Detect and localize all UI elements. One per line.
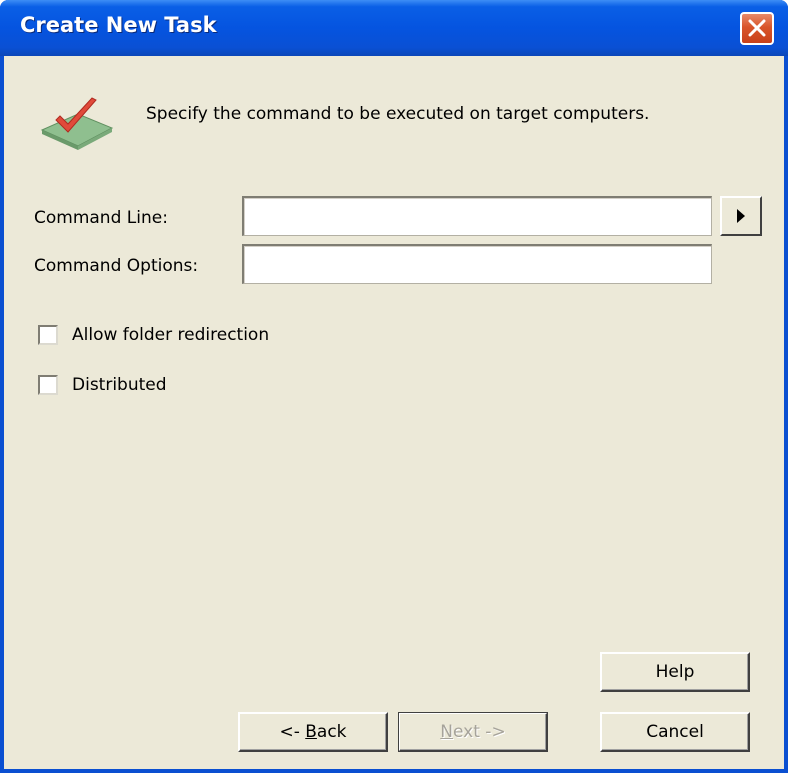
next-button[interactable]: Next -> xyxy=(398,712,548,752)
command-line-input[interactable] xyxy=(242,196,712,236)
distributed-checkbox[interactable] xyxy=(38,375,58,395)
title-bar[interactable]: Create New Task xyxy=(0,0,788,56)
dialog-title: Create New Task xyxy=(20,13,217,37)
task-checkmark-icon xyxy=(40,97,114,150)
next-button-label: Next -> xyxy=(440,722,506,742)
back-button-label: <- Back xyxy=(279,722,347,742)
help-button[interactable]: Help xyxy=(600,652,750,692)
play-arrow-icon xyxy=(737,209,745,223)
cancel-button[interactable]: Cancel xyxy=(600,712,750,752)
command-line-browse-button[interactable] xyxy=(720,196,762,236)
allow-folder-redirection-label[interactable]: Allow folder redirection xyxy=(72,325,269,345)
instruction-text: Specify the command to be executed on ta… xyxy=(146,104,650,124)
back-button[interactable]: <- Back xyxy=(238,712,388,752)
create-new-task-dialog: Create New Task Specify the command to b… xyxy=(0,0,788,773)
command-options-input[interactable] xyxy=(242,244,712,284)
command-line-label: Command Line: xyxy=(34,208,168,228)
cancel-button-label: Cancel xyxy=(646,722,704,742)
help-button-label: Help xyxy=(655,662,695,682)
close-icon xyxy=(748,19,766,37)
close-button[interactable] xyxy=(740,12,774,45)
command-options-label: Command Options: xyxy=(34,256,199,276)
allow-folder-redirection-checkbox[interactable] xyxy=(38,325,58,345)
distributed-label[interactable]: Distributed xyxy=(72,375,167,395)
